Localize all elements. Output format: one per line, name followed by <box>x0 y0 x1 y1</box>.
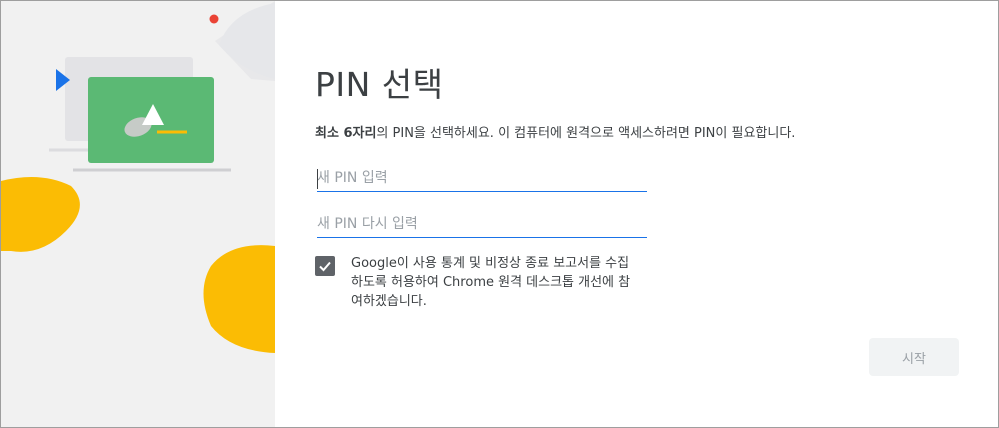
background-shape <box>219 3 275 79</box>
pin-input[interactable] <box>317 167 647 189</box>
red-dot <box>209 14 219 24</box>
pin-confirm-input[interactable] <box>317 213 647 235</box>
pin-setup-dialog: PIN 선택 최소 6자리의 PIN을 선택하세요. 이 컴퓨터에 원격으로 액… <box>0 0 999 428</box>
pin-confirm-field-container <box>317 213 647 238</box>
content-panel: PIN 선택 최소 6자리의 PIN을 선택하세요. 이 컴퓨터에 원격으로 액… <box>275 1 998 427</box>
text-caret <box>317 169 318 189</box>
remote-desktop-illustration <box>1 1 275 353</box>
consent-checkbox[interactable] <box>315 256 335 276</box>
check-icon <box>319 261 331 272</box>
pin-field-container <box>317 167 647 192</box>
consent-label: Google이 사용 통계 및 비정상 종료 보고서를 수집하도록 허용하여 C… <box>351 256 631 309</box>
description-emphasis: 최소 6자리 <box>315 126 377 141</box>
description-text: 의 PIN을 선택하세요. 이 컴퓨터에 원격으로 액세스하려면 PIN이 필요… <box>376 126 796 141</box>
start-button[interactable]: 시작 <box>869 338 959 376</box>
page-title: PIN 선택 <box>315 65 444 104</box>
yellow-blob <box>1 177 80 252</box>
yellow-blob <box>203 245 275 353</box>
illustration-panel <box>1 1 275 427</box>
description: 최소 6자리의 PIN을 선택하세요. 이 컴퓨터에 원격으로 액세스하려면 P… <box>315 122 795 141</box>
